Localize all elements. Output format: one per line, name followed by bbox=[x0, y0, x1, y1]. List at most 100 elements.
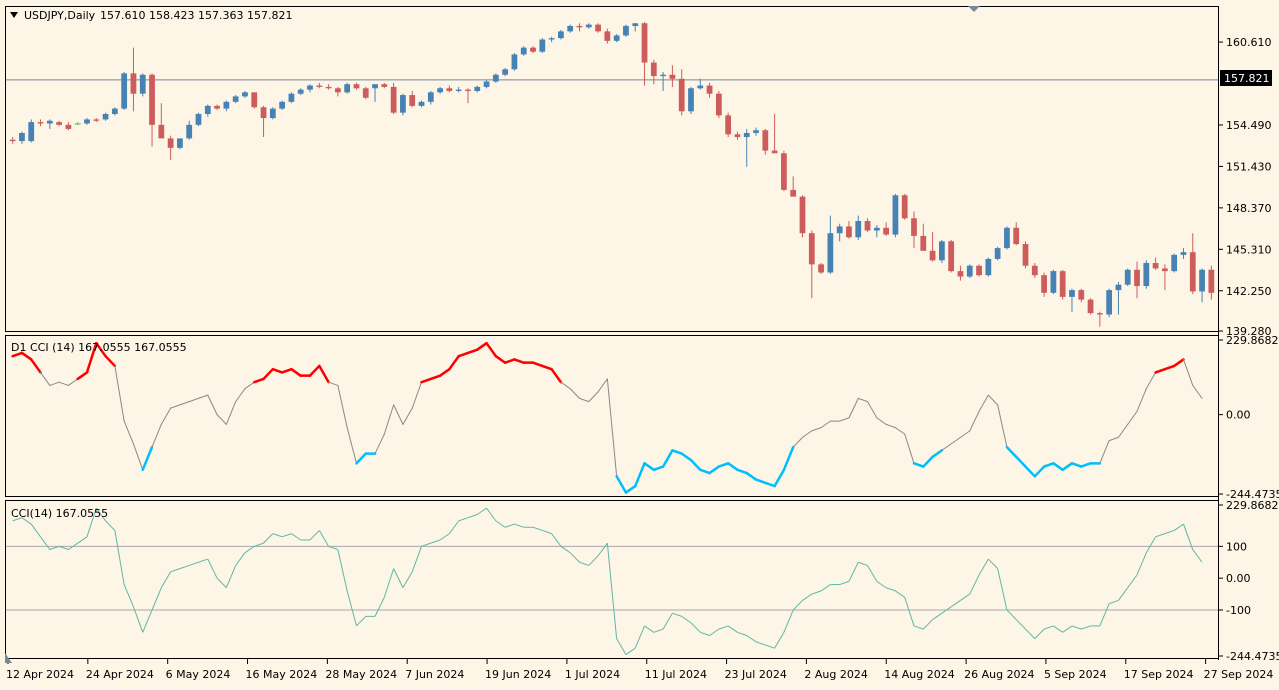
candle-body bbox=[901, 195, 908, 219]
candle-body bbox=[1180, 252, 1187, 255]
candle-body bbox=[548, 38, 555, 40]
time-tick-label: 1 Jul 2024 bbox=[565, 668, 620, 681]
candle-body bbox=[65, 124, 72, 129]
candle-body bbox=[688, 88, 694, 112]
candle-body bbox=[660, 74, 666, 77]
candle-body bbox=[1041, 275, 1047, 293]
candle-body bbox=[251, 92, 258, 108]
candle-body bbox=[269, 108, 276, 119]
candle-body bbox=[1208, 269, 1215, 293]
candle-body bbox=[576, 25, 583, 28]
candle-body bbox=[715, 93, 722, 116]
candle-body bbox=[84, 119, 90, 124]
candle-body bbox=[1022, 244, 1029, 266]
candle-body bbox=[827, 233, 834, 273]
candle-body bbox=[111, 108, 118, 115]
candle-body bbox=[595, 24, 601, 32]
candle-body bbox=[167, 138, 174, 148]
candle-body bbox=[632, 23, 639, 26]
candle-body bbox=[948, 241, 955, 272]
candle-body bbox=[149, 74, 155, 125]
time-tick-label: 24 Apr 2024 bbox=[86, 668, 154, 681]
candle-body bbox=[530, 47, 536, 52]
time-tick-label: 5 Sep 2024 bbox=[1044, 668, 1107, 681]
ohlc-readout: 157.610 158.423 157.363 157.821 bbox=[100, 9, 292, 22]
cci-d1-tick-label: 0.00 bbox=[1226, 409, 1251, 422]
candle-body bbox=[520, 47, 527, 55]
candle-body bbox=[1143, 263, 1150, 287]
candle-body bbox=[316, 85, 323, 87]
time-tick-label: 28 May 2024 bbox=[325, 668, 397, 681]
candle-body bbox=[781, 153, 787, 190]
candle-body bbox=[1004, 227, 1010, 249]
candle-body bbox=[771, 150, 778, 154]
candle-body bbox=[985, 258, 992, 276]
candle-body bbox=[279, 101, 286, 109]
candle-body bbox=[650, 62, 657, 77]
candle-body bbox=[808, 233, 815, 265]
candle-body bbox=[920, 235, 927, 251]
candle-body bbox=[474, 86, 481, 91]
candle-body bbox=[753, 130, 759, 133]
time-tick-label: 26 Aug 2024 bbox=[964, 668, 1034, 681]
candle-body bbox=[1069, 290, 1075, 297]
candle-body bbox=[400, 95, 406, 113]
candle-body bbox=[1031, 265, 1038, 276]
candle-body bbox=[585, 24, 592, 28]
candle-body bbox=[362, 88, 369, 98]
candle-body bbox=[539, 39, 546, 52]
candle-body bbox=[1087, 299, 1094, 314]
candle-body bbox=[994, 248, 1001, 259]
candle-body bbox=[325, 86, 332, 89]
candle-body bbox=[492, 74, 499, 82]
cci-tick-label: -100 bbox=[1226, 604, 1251, 617]
cci-d1-tick-label: 229.8682 bbox=[1226, 334, 1279, 347]
chart-window[interactable]: 160.610 154.490 151.430 148.370 145.310 142.2… bbox=[0, 0, 1279, 690]
candle-body bbox=[37, 122, 44, 124]
time-tick-label: 12 Apr 2024 bbox=[6, 668, 74, 681]
cci-tick-label: 229.8682 bbox=[1226, 499, 1279, 512]
time-tick-label: 14 Aug 2024 bbox=[884, 668, 954, 681]
candle-body bbox=[743, 132, 750, 138]
time-tick-label: 7 Jun 2024 bbox=[405, 668, 464, 681]
candle-body bbox=[1106, 290, 1113, 315]
candle-body bbox=[214, 105, 220, 109]
candle-body bbox=[1115, 284, 1122, 291]
candle-body bbox=[465, 89, 471, 91]
candle-body bbox=[121, 73, 128, 109]
candle-body bbox=[409, 95, 416, 106]
price-tick-label: 142.250 bbox=[1226, 285, 1272, 298]
candle-body bbox=[19, 132, 25, 142]
candle-body bbox=[483, 81, 490, 87]
candle-body bbox=[446, 88, 453, 91]
candle-body bbox=[1050, 271, 1057, 293]
price-tick-label: 145.310 bbox=[1226, 243, 1272, 256]
candle-body bbox=[864, 221, 871, 231]
cci-d1-legend: D1 CCI (14) 167.0555 167.0555 bbox=[11, 341, 187, 354]
candle-body bbox=[74, 123, 81, 125]
candle-body bbox=[344, 84, 351, 93]
candle-body bbox=[427, 92, 434, 102]
candle-body bbox=[697, 85, 704, 89]
candle-body bbox=[28, 122, 35, 142]
candle-body bbox=[1171, 254, 1178, 272]
candle-body bbox=[334, 88, 341, 93]
candle-body bbox=[297, 89, 304, 94]
time-tick-label: 17 Sep 2024 bbox=[1124, 668, 1194, 681]
current-price-label: 157.821 bbox=[1224, 72, 1270, 85]
candle-body bbox=[1199, 269, 1205, 292]
candle-body bbox=[790, 189, 797, 197]
candle-body bbox=[372, 84, 378, 89]
candle-body bbox=[437, 88, 443, 93]
candle-body bbox=[799, 196, 806, 234]
candle-body bbox=[1059, 271, 1066, 297]
candle-body bbox=[604, 31, 611, 41]
candle-body bbox=[846, 226, 852, 238]
candle-body bbox=[288, 93, 295, 102]
cci-tick-label: 0.00 bbox=[1226, 572, 1251, 585]
candle-body bbox=[734, 134, 741, 138]
candle-body bbox=[567, 25, 574, 32]
price-tick-label: 160.610 bbox=[1226, 36, 1272, 49]
candle-body bbox=[976, 265, 982, 276]
candle-body bbox=[102, 114, 109, 120]
